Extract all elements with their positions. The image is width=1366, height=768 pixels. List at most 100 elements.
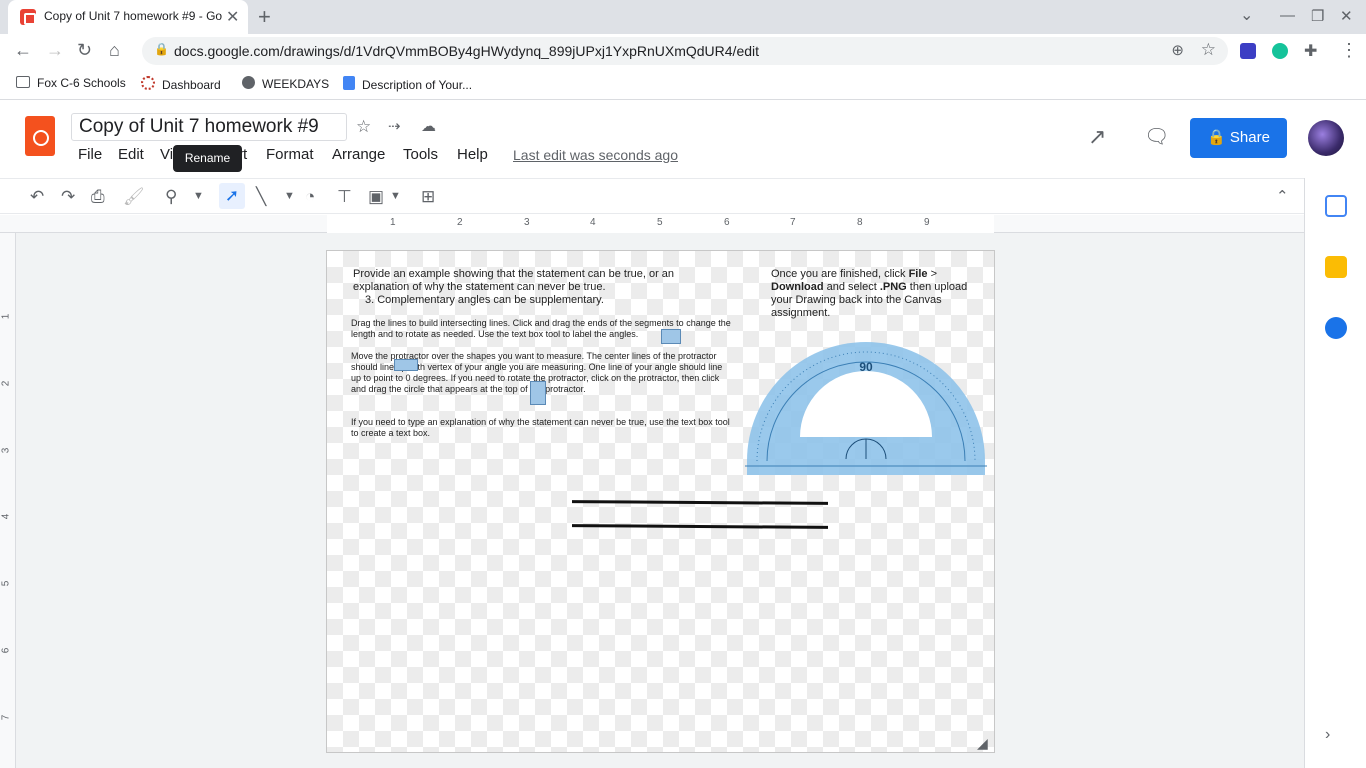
drawing-canvas[interactable]: Provide an example showing that the stat… <box>326 250 995 753</box>
undo-icon[interactable]: ↶ <box>30 187 44 207</box>
globe-icon <box>242 76 255 89</box>
reload-icon[interactable]: ↻ <box>77 40 92 61</box>
lock-icon: 🔒 <box>154 42 169 56</box>
comments-icon[interactable]: 🗨 <box>1144 124 1169 149</box>
last-edit-link[interactable]: Last edit was seconds ago <box>513 147 678 163</box>
side-panel: › <box>1304 178 1366 768</box>
protractor-thumbnail-image[interactable] <box>394 359 418 371</box>
move-folder-icon[interactable]: ⇢ <box>388 117 401 135</box>
keep-icon[interactable] <box>1325 256 1347 278</box>
back-icon[interactable]: ← <box>14 40 32 61</box>
segment-line-top[interactable] <box>571 500 829 505</box>
expand-panel-icon[interactable]: › <box>1325 726 1330 744</box>
collapse-toolbar-icon[interactable]: ⌃ <box>1276 187 1289 205</box>
rename-tooltip: Rename <box>173 145 242 172</box>
bookmarks-bar: Fox C-6 Schools Dashboard WEEKDAYS Descr… <box>0 68 1366 100</box>
tasks-icon[interactable] <box>1325 317 1347 339</box>
ruler-tick: 4 <box>590 217 596 228</box>
tab-title: Copy of Unit 7 homework #9 - Go <box>44 9 222 23</box>
finish-instructions-textbox[interactable]: Once you are finished, click File > Down… <box>771 268 976 320</box>
redo-icon[interactable]: ↷ <box>61 187 75 207</box>
menu-tools[interactable]: Tools <box>403 146 438 163</box>
browser-tab[interactable]: Copy of Unit 7 homework #9 - Go ✕ <box>8 0 248 34</box>
ruler-tick: 2 <box>457 217 463 228</box>
menu-arrange[interactable]: Arrange <box>332 146 385 163</box>
ruler-tick: 6 <box>724 217 730 228</box>
star-icon[interactable]: ☆ <box>356 117 371 137</box>
menu-edit[interactable]: Edit <box>118 146 144 163</box>
segment-line-bottom[interactable] <box>571 524 829 529</box>
dashboard-icon <box>141 76 155 90</box>
line-dropdown-icon[interactable]: ▼ <box>284 190 295 202</box>
ruler-tick: 7 <box>790 217 796 228</box>
image-dropdown-icon[interactable]: ▼ <box>390 190 401 202</box>
address-bar[interactable]: 🔒 docs.google.com/drawings/d/1VdrQVmmBOB… <box>142 37 1228 65</box>
restore-button[interactable]: ❐ <box>1311 7 1324 25</box>
ruler-tick: 4 <box>0 513 12 520</box>
bookmark-description[interactable]: Description of Your... <box>343 76 472 92</box>
tab-search-icon[interactable]: ⌄ <box>1240 5 1253 25</box>
lock-small-icon: 🔒 <box>1207 129 1230 146</box>
cloud-saved-icon[interactable]: ☁ <box>421 117 436 135</box>
share-button[interactable]: 🔒 Share <box>1190 118 1287 158</box>
vertical-ruler: 1 2 3 4 5 6 7 <box>0 233 16 768</box>
ruler-tick: 5 <box>657 217 663 228</box>
document-title-input[interactable]: Copy of Unit 7 homework #9 <box>71 113 347 141</box>
instructions-textbox-note[interactable]: If you need to type an explanation of wh… <box>351 417 731 439</box>
close-window-button[interactable]: ✕ <box>1340 7 1353 25</box>
text-box-tool-icon[interactable]: ⊤ <box>337 187 352 207</box>
ruler-tick: 9 <box>924 217 930 228</box>
drawings-logo-icon[interactable] <box>25 116 55 156</box>
forward-icon[interactable]: → <box>46 40 64 61</box>
calendar-icon[interactable] <box>1325 195 1347 217</box>
ruler-tick: 3 <box>524 217 530 228</box>
bookmark-dashboard[interactable]: Dashboard <box>141 76 221 92</box>
select-tool-icon[interactable]: ➚ <box>219 183 245 209</box>
ruler-tick: 6 <box>0 647 12 654</box>
zoom-dropdown-icon[interactable]: ▼ <box>193 190 204 202</box>
folder-icon <box>16 76 30 88</box>
shape-tool-icon[interactable]: ◔ <box>305 187 315 207</box>
line-tool-icon[interactable]: ╲ <box>256 187 266 207</box>
bookmark-star-icon[interactable]: ☆ <box>1201 40 1216 60</box>
url-text[interactable]: docs.google.com/drawings/d/1VdrQVmmBOBy4… <box>174 43 759 59</box>
ruler-tick: 2 <box>0 380 12 387</box>
menu-format[interactable]: Format <box>266 146 314 163</box>
bookmark-fox-schools[interactable]: Fox C-6 Schools <box>16 76 126 90</box>
zoom-icon[interactable]: ⊕ <box>1171 41 1184 59</box>
activity-trend-icon[interactable]: ↗ <box>1088 124 1106 150</box>
tab-strip: Copy of Unit 7 homework #9 - Go ✕ + ⌄ — … <box>0 0 1366 34</box>
home-icon[interactable]: ⌂ <box>109 40 120 61</box>
minimize-button[interactable]: — <box>1280 7 1295 24</box>
new-tab-button[interactable]: + <box>258 4 271 30</box>
extension-c-icon[interactable] <box>1240 43 1256 59</box>
statement-textbox[interactable]: 3. Complementary angles can be supplemen… <box>365 294 604 306</box>
browser-toolbar: ← → ↻ ⌂ 🔒 docs.google.com/drawings/d/1Vd… <box>0 34 1366 68</box>
bookmark-weekdays[interactable]: WEEKDAYS <box>242 76 329 91</box>
protractor-90-label: 90 <box>859 360 873 374</box>
rotate-handle-image[interactable] <box>530 381 546 405</box>
close-tab-icon[interactable]: ✕ <box>226 7 239 27</box>
docs-icon <box>343 76 355 90</box>
account-avatar[interactable] <box>1308 120 1344 156</box>
textbox-tool-image[interactable] <box>661 329 681 344</box>
extensions-puzzle-icon[interactable]: ✚ <box>1304 41 1317 61</box>
menu-help[interactable]: Help <box>457 146 488 163</box>
drawings-favicon-icon <box>20 9 36 25</box>
menu-view[interactable]: Vi <box>160 146 173 163</box>
share-label: Share <box>1229 129 1270 146</box>
print-icon[interactable]: ⎙ <box>91 187 105 207</box>
menu-file[interactable]: File <box>78 146 102 163</box>
prompt-textbox[interactable]: Provide an example showing that the stat… <box>353 268 713 294</box>
paint-format-icon[interactable]: 🖌 <box>123 187 145 207</box>
grammarly-icon[interactable] <box>1272 43 1288 59</box>
ruler-tick: 1 <box>390 217 396 228</box>
ruler-tick: 1 <box>0 313 12 320</box>
add-comment-icon[interactable]: ⊞ <box>421 187 435 207</box>
protractor-image[interactable]: 90 <box>745 341 987 475</box>
chrome-menu-icon[interactable]: ⋮ <box>1340 40 1358 61</box>
zoom-tool-icon[interactable]: ⚲ <box>165 187 177 207</box>
ruler-tick: 5 <box>0 580 12 587</box>
canvas-resize-grip-icon[interactable]: ◢ <box>977 735 993 751</box>
image-tool-icon[interactable]: ▣ <box>368 187 384 207</box>
